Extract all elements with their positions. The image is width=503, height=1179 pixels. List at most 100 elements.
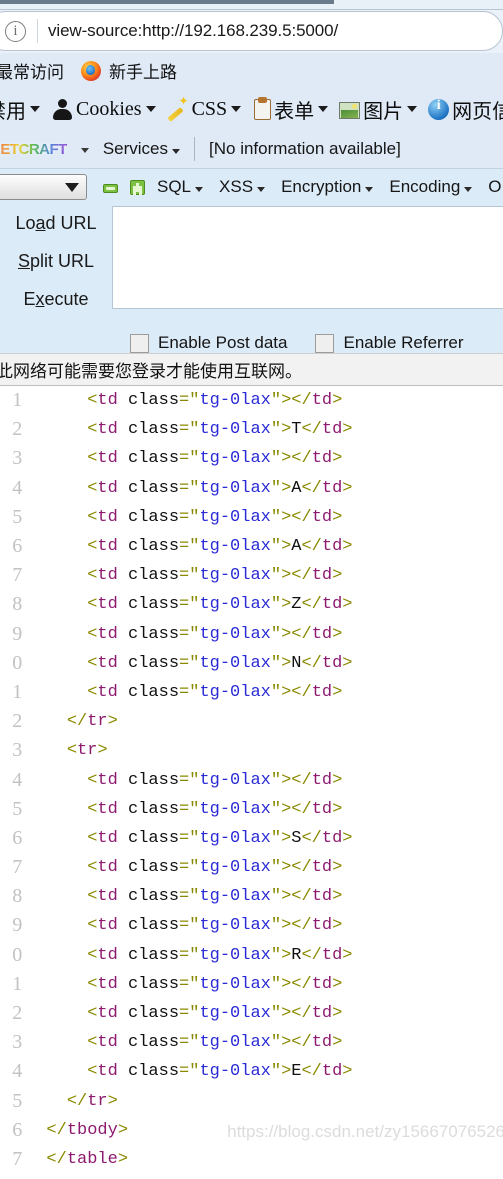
code-line: 2 <td class="tg-0lax"></td> (0, 999, 503, 1028)
hackbar-menu-label: Encoding (389, 177, 461, 196)
code-line: 8 <td class="tg-0lax">Z</td> (0, 590, 503, 619)
hackbar-menu-label: XSS (219, 177, 254, 196)
hackbar-menu-xss[interactable]: XSS (219, 177, 266, 197)
split-url-post: plit URL (29, 251, 95, 271)
wd-menu-page-info[interactable]: 网页信息 (428, 95, 503, 124)
hackbar-menu-encoding[interactable]: Encoding (389, 177, 473, 197)
chevron-down-icon (318, 106, 329, 112)
line-number: 6 (12, 1118, 22, 1141)
code-text: <td class="tg-0lax">T</td> (87, 420, 353, 440)
line-number: 6 (12, 535, 22, 558)
load-url-button[interactable]: Load URL (15, 213, 96, 234)
code-line: 2 </tr> (0, 707, 503, 736)
code-line: 6 <td class="tg-0lax">A</td> (0, 532, 503, 561)
code-text: <td class="tg-0lax"></td> (87, 682, 343, 702)
code-line: 4 <td class="tg-0lax">E</td> (0, 1057, 503, 1086)
code-line: 7 <td class="tg-0lax"></td> (0, 561, 503, 590)
info-blue-icon (428, 98, 450, 120)
code-text: <tr> (66, 741, 108, 761)
line-number: 5 (12, 797, 22, 820)
checkbox-box[interactable] (130, 333, 149, 353)
code-text: <td class="tg-0lax"></td> (87, 507, 343, 527)
code-line: 4 <td class="tg-0lax">A</td> (0, 474, 503, 503)
wd-menu-forms[interactable]: 表单 (252, 95, 329, 124)
code-text: <td class="tg-0lax"></td> (87, 799, 343, 819)
hackbar-menu-sql[interactable]: SQL (157, 177, 204, 197)
hackbar-profile-select[interactable] (0, 174, 87, 200)
code-line: 1 <td class="tg-0lax"></td> (0, 678, 503, 707)
code-line: 3 <td class="tg-0lax"></td> (0, 1028, 503, 1057)
execute-button[interactable]: Execute (23, 289, 88, 310)
netcraft-services-label: Services (102, 139, 169, 158)
plus-icon[interactable] (130, 179, 145, 195)
chevron-down-icon (30, 106, 40, 112)
line-number: 1 (12, 680, 22, 703)
wd-label: 图片 (363, 100, 404, 123)
hackbar-url-textarea[interactable] (112, 206, 503, 309)
wd-label: 禁用 (0, 100, 26, 123)
code-line: 1 <td class="tg-0lax"></td> (0, 386, 503, 415)
code-text: <td class="tg-0lax"></td> (87, 624, 343, 644)
line-number: 2 (12, 710, 22, 733)
address-bar[interactable]: i view-source:http://192.168.239.5:5000/ (0, 11, 503, 51)
url-text[interactable]: view-source:http://192.168.239.5:5000/ (48, 21, 338, 41)
wd-menu-css[interactable]: CSS (167, 94, 242, 121)
code-line: 1 <td class="tg-0lax"></td> (0, 970, 503, 999)
view-source-content[interactable]: 1 <td class="tg-0lax"></td> 2 <td class="… (0, 386, 503, 1172)
hackbar-menu-other[interactable]: O (488, 177, 501, 197)
code-line: 0 <td class="tg-0lax">N</td> (0, 649, 503, 678)
bookmark-label: 最常访问 (0, 63, 64, 82)
url-divider (37, 19, 38, 43)
code-text: <td class="tg-0lax"></td> (87, 916, 343, 936)
code-line: 9 <td class="tg-0lax"></td> (0, 911, 503, 940)
enable-referrer-checkbox[interactable]: Enable Referrer (315, 333, 464, 353)
netcraft-toolbar: NETCRAFT Services [No information availa… (0, 130, 503, 168)
load-url-post: d URL (45, 213, 97, 233)
line-number: 0 (12, 943, 22, 966)
execute-pre: E (23, 289, 36, 309)
line-number: 8 (12, 885, 22, 908)
minus-icon[interactable] (103, 183, 118, 193)
chevron-down-icon (231, 106, 242, 112)
line-number: 7 (12, 564, 22, 587)
enable-post-data-checkbox[interactable]: Enable Post data (130, 333, 287, 353)
split-url-button[interactable]: Split URL (18, 251, 94, 272)
netcraft-risk-text: [No information available] (209, 139, 401, 158)
code-text: <td class="tg-0lax"></td> (87, 566, 343, 586)
line-number: 1 (12, 972, 22, 995)
line-number: 3 (12, 1031, 22, 1054)
code-line: 5 </tr> (0, 1087, 503, 1116)
hackbar-menu-label: SQL (157, 177, 192, 196)
load-url-accel: a (35, 213, 46, 233)
code-text: </tbody> (46, 1120, 129, 1140)
line-number: 9 (12, 914, 22, 937)
wd-menu-disable[interactable]: 禁用 (0, 95, 40, 124)
wd-menu-cookies[interactable]: Cookies (51, 98, 156, 121)
hackbar-menu-label: O (488, 177, 502, 196)
netcraft-logo[interactable]: NETCRAFT (0, 141, 67, 158)
code-text: </tr> (66, 712, 118, 732)
code-text: <td class="tg-0lax">A</td> (87, 537, 353, 557)
wd-label: 表单 (274, 100, 315, 123)
code-text: <td class="tg-0lax">N</td> (87, 653, 353, 673)
code-text: <td class="tg-0lax">R</td> (87, 945, 353, 965)
info-circle-icon[interactable]: i (5, 20, 26, 42)
active-tab-edge[interactable] (0, 0, 334, 4)
netcraft-dropdown-icon[interactable] (80, 140, 89, 158)
line-number: 7 (12, 1147, 22, 1170)
checkbox-box[interactable] (315, 333, 335, 353)
wand-icon (167, 94, 189, 120)
code-line: 6 </tbody> (0, 1116, 503, 1145)
hackbar-body: Load URL Split URL Execute (0, 203, 503, 327)
code-text: <td class="tg-0lax"></td> (87, 1004, 343, 1024)
bookmark-most-visited[interactable]: 最常访问 (0, 58, 64, 83)
netcraft-services-menu[interactable]: Services (102, 139, 181, 159)
code-line: 7 <td class="tg-0lax"></td> (0, 853, 503, 882)
code-line: 5 <td class="tg-0lax"></td> (0, 795, 503, 824)
clipboard-icon (254, 96, 272, 120)
hackbar-menu-encryption[interactable]: Encryption (281, 177, 374, 197)
hackbar-menu-label: Encryption (281, 177, 362, 196)
wd-menu-images[interactable]: 图片 (339, 95, 418, 124)
bookmark-getting-started[interactable]: 新手上路 (81, 58, 177, 83)
hackbar-actions: Load URL Split URL Execute (0, 206, 112, 327)
